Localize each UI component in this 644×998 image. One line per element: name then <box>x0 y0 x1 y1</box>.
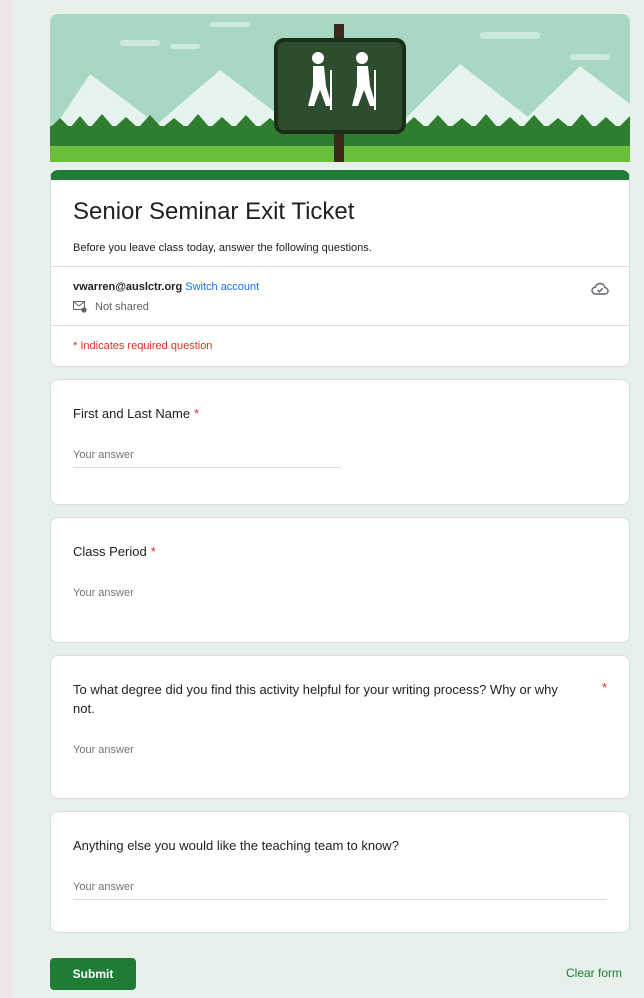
form-container: Senior Seminar Exit Ticket Before you le… <box>50 14 630 933</box>
form-footer: Submit Clear form <box>50 958 630 990</box>
account-email: vwarren@auslctr.org <box>73 281 183 293</box>
question-label: Class Period * <box>73 542 607 561</box>
question-label: Anything else you would like the teachin… <box>73 836 607 855</box>
answer-input-class-period[interactable]: Your answer <box>73 587 607 605</box>
required-asterisk: * <box>601 680 607 695</box>
cloud-check-icon[interactable] <box>591 281 609 297</box>
submit-button[interactable]: Submit <box>50 958 136 990</box>
question-text: First and Last Name <box>73 406 191 421</box>
question-card-class-period: Class Period * Your answer <box>50 517 630 643</box>
left-edge-strip <box>0 0 12 998</box>
not-shared-text: Not shared <box>95 301 149 313</box>
question-card-helpfulness: To what degree did you find this activit… <box>50 655 630 799</box>
question-card-anything-else: Anything else you would like the teachin… <box>50 811 630 933</box>
question-card-name: First and Last Name * Your answer <box>50 379 630 505</box>
question-label: First and Last Name * <box>73 404 607 423</box>
question-label: To what degree did you find this activit… <box>73 680 607 718</box>
not-shared-row: Not shared <box>73 301 607 313</box>
required-note: * Indicates required question <box>73 340 213 352</box>
account-info: vwarren@auslctr.org Switch account Not s… <box>51 267 629 325</box>
answer-input-anything-else[interactable]: Your answer <box>73 881 607 900</box>
answer-input-name[interactable]: Your answer <box>73 449 341 468</box>
clear-form-button[interactable]: Clear form <box>566 966 622 980</box>
form-header-card: Senior Seminar Exit Ticket Before you le… <box>50 170 630 367</box>
mail-lock-icon <box>73 301 87 313</box>
required-asterisk: * <box>150 544 156 559</box>
question-text: Anything else you would like the teachin… <box>73 838 399 853</box>
switch-account-link[interactable]: Switch account <box>185 281 259 293</box>
required-asterisk: * <box>194 406 200 421</box>
answer-input-helpfulness[interactable]: Your answer <box>73 744 607 762</box>
header-banner-image <box>50 14 630 162</box>
question-text: To what degree did you find this activit… <box>73 682 558 716</box>
question-text: Class Period <box>73 544 147 559</box>
form-title: Senior Seminar Exit Ticket <box>73 198 355 225</box>
form-description: Before you leave class today, answer the… <box>73 242 372 254</box>
account-line: vwarren@auslctr.org Switch account <box>73 281 607 293</box>
